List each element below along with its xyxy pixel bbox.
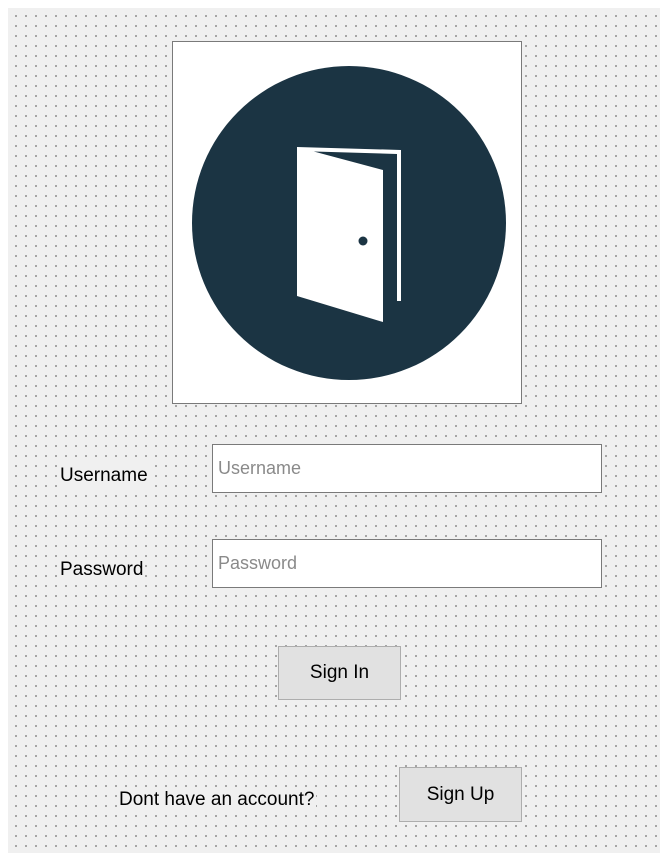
login-form: Username Password Sign In Dont have an a… [8,8,660,853]
password-input[interactable] [212,539,602,588]
sign-in-button[interactable]: Sign In [278,646,401,700]
no-account-label: Dont have an account? [117,788,317,812]
username-label: Username [58,464,150,488]
logo-picture-box [172,41,522,404]
password-label: Password [58,558,146,582]
door-panel [297,147,383,322]
sign-up-button[interactable]: Sign Up [399,767,522,822]
open-door-icon [192,66,506,380]
username-input[interactable] [212,444,602,493]
door-knob [358,236,368,246]
